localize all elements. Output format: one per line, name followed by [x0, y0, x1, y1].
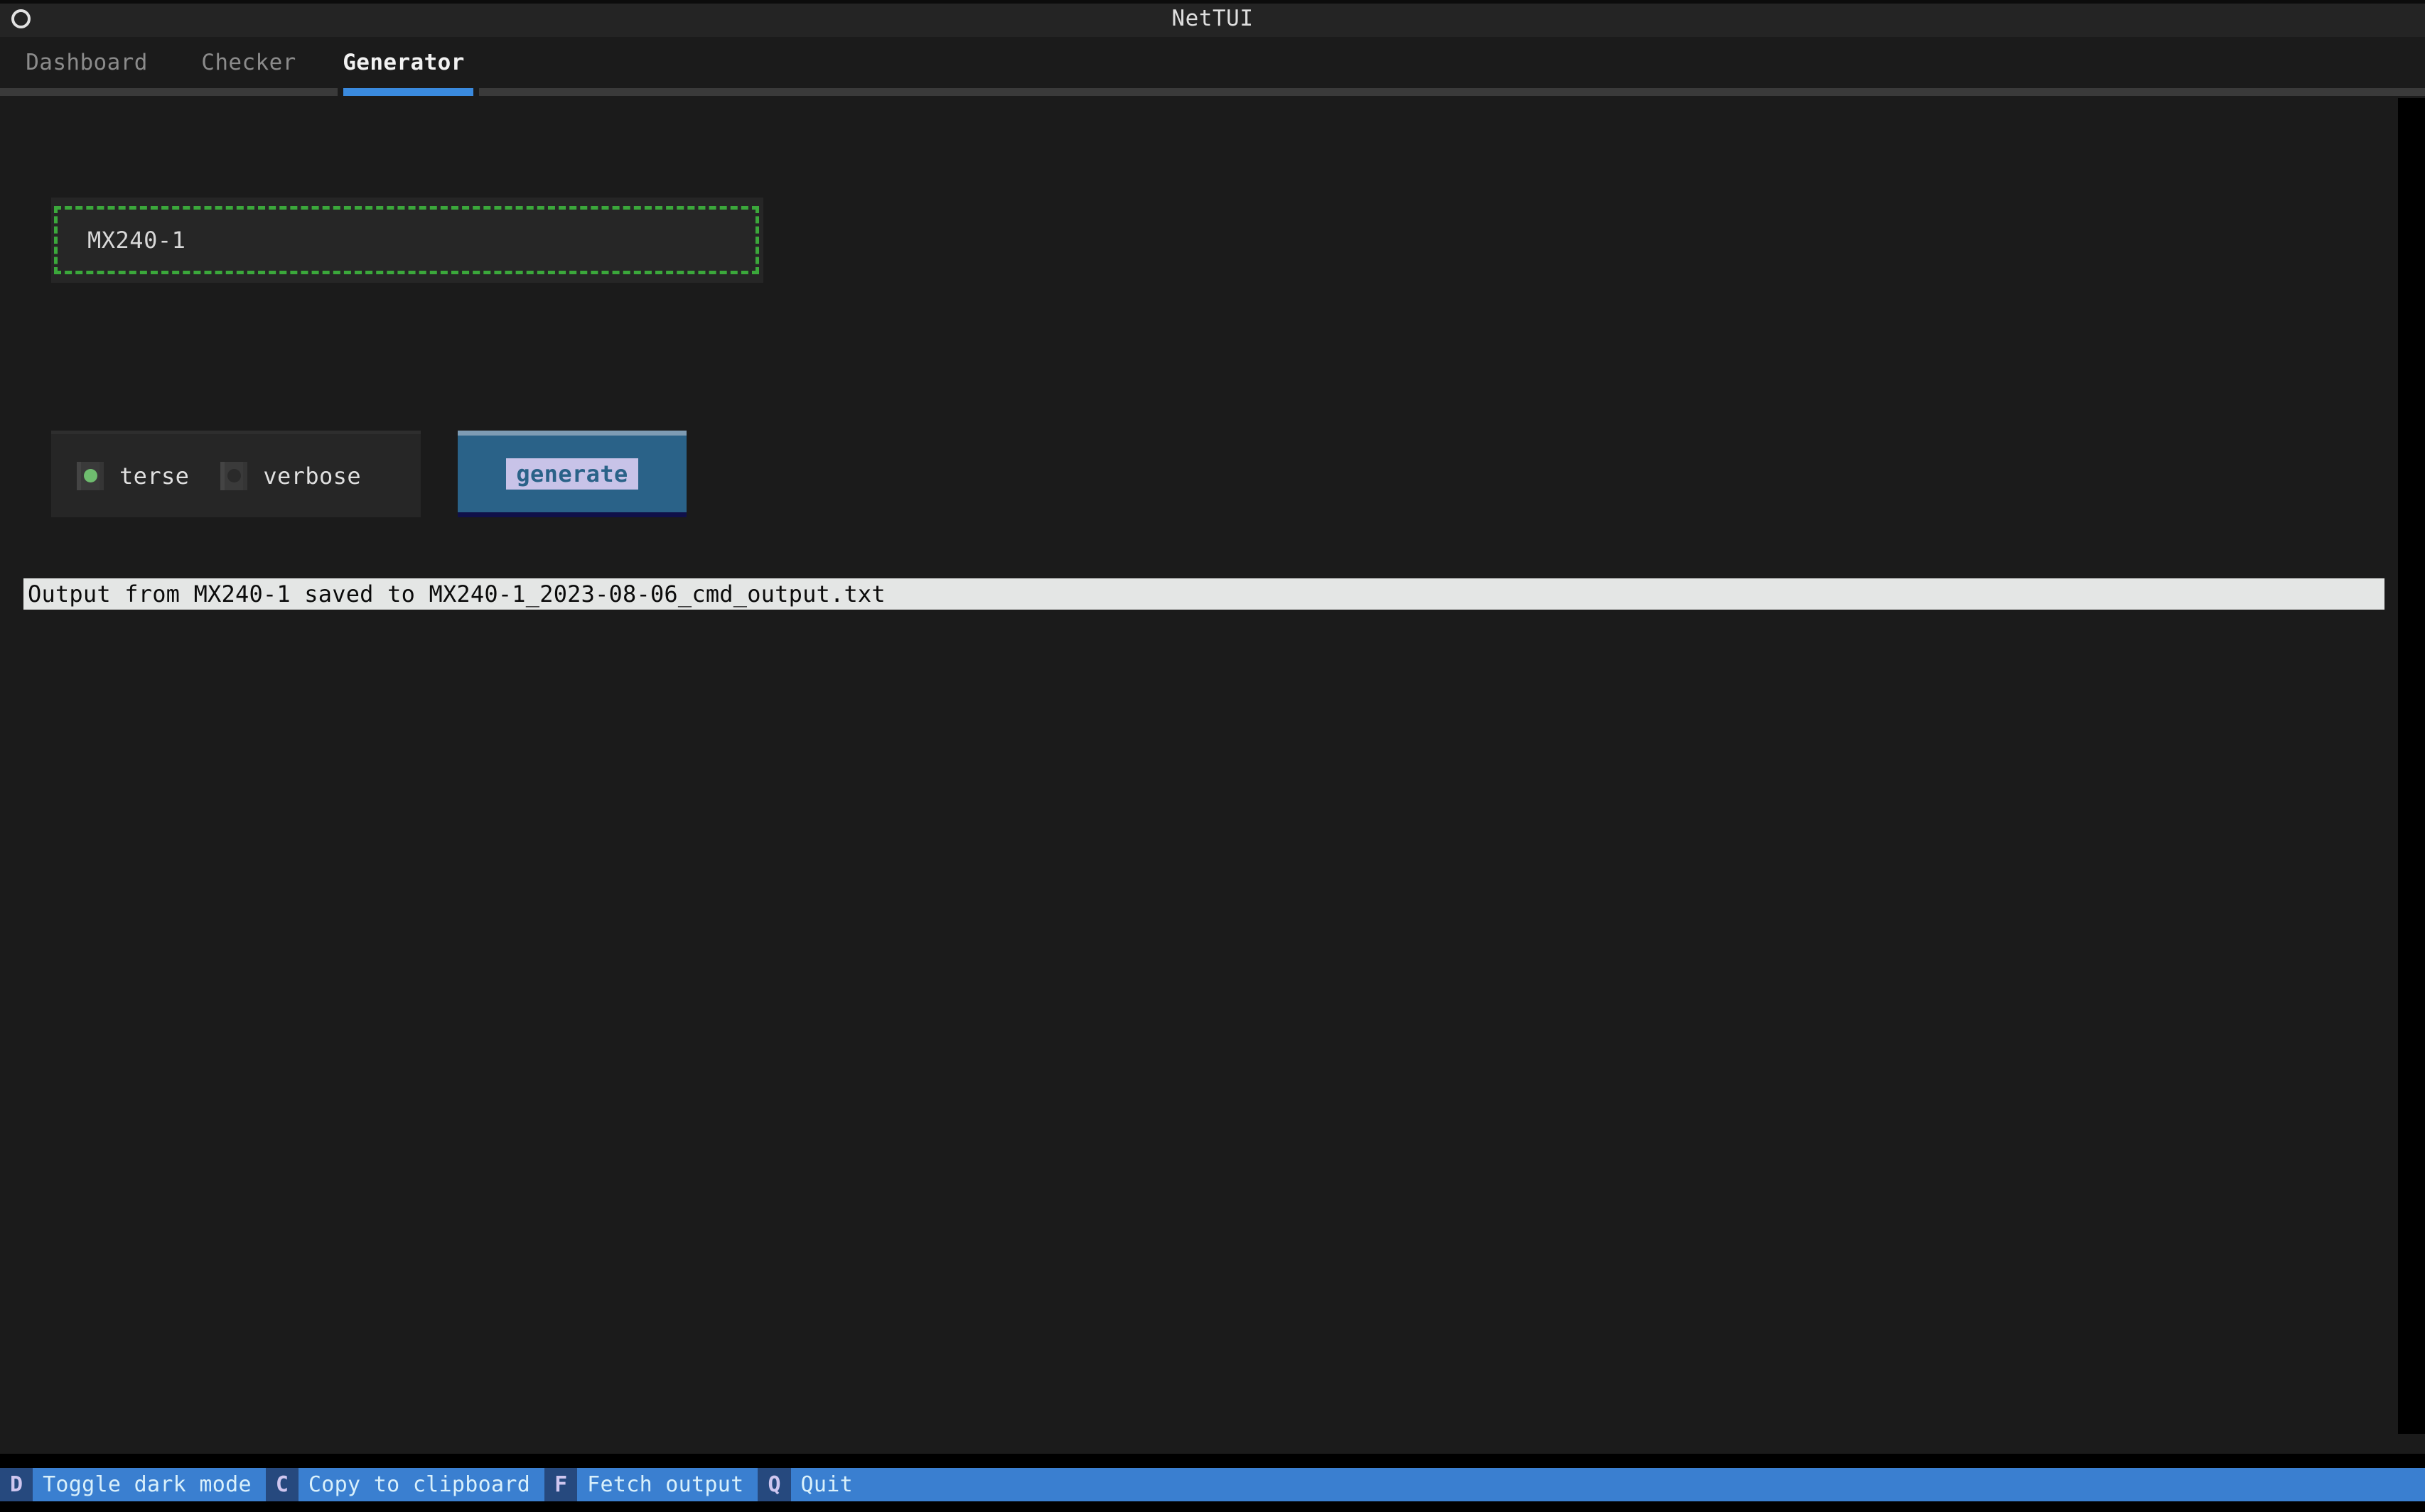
device-input-panel: MX240-1	[51, 198, 763, 283]
radio-dot-terse	[83, 469, 97, 482]
right-scroll-rail[interactable]	[2398, 98, 2425, 1434]
tab-bar: Dashboard Checker Generator	[0, 37, 2425, 98]
verbosity-radio-set: terse verbose	[51, 431, 421, 517]
tab-list: Dashboard Checker Generator	[0, 37, 475, 88]
radio-selected-icon	[77, 461, 104, 490]
tab-underline-generator	[343, 88, 473, 96]
tab-checker[interactable]: Checker	[185, 37, 313, 88]
radio-verbose[interactable]: verbose	[220, 461, 361, 490]
generator-panel: MX240-1 terse verbose generate Output fr…	[0, 98, 2425, 1434]
footer-bottom-edge	[0, 1501, 2425, 1512]
tab-checker-label: Checker	[201, 50, 296, 75]
tab-underline-inactive-right	[479, 88, 2425, 96]
radio-unselected-icon	[220, 461, 248, 490]
key-bindings-bar: D Toggle dark mode C Copy to clipboard F…	[0, 1468, 2425, 1501]
generator-controls-row: terse verbose generate	[51, 431, 687, 517]
keybinding-desc-fetch-output[interactable]: Fetch output	[577, 1468, 758, 1501]
device-name-input[interactable]: MX240-1	[54, 206, 759, 274]
radio-dot-verbose	[227, 469, 241, 482]
generate-button[interactable]: generate	[458, 431, 687, 517]
window-title: NetTUI	[1171, 6, 1254, 31]
app-window: NetTUI Dashboard Checker Generator MX240…	[0, 0, 2425, 1512]
tab-dashboard[interactable]: Dashboard	[9, 37, 165, 88]
tab-underline-gap-left	[338, 88, 343, 96]
generate-button-label: generate	[506, 458, 638, 490]
tab-generator[interactable]: Generator	[333, 37, 475, 88]
keybinding-desc-quit[interactable]: Quit	[790, 1468, 867, 1501]
radio-terse-label: terse	[119, 462, 190, 490]
keybinding-key-d[interactable]: D	[0, 1468, 33, 1501]
title-bar: NetTUI	[0, 0, 2425, 37]
keybinding-desc-toggle-dark-mode[interactable]: Toggle dark mode	[33, 1468, 266, 1501]
key-bindings-filler	[867, 1468, 2425, 1501]
radio-verbose-label: verbose	[263, 462, 361, 490]
footer: D Toggle dark mode C Copy to clipboard F…	[0, 1454, 2425, 1512]
tab-underline-gap-right	[473, 88, 479, 96]
output-status-text: Output from MX240-1 saved to MX240-1_202…	[28, 580, 886, 608]
keybinding-desc-copy-to-clipboard[interactable]: Copy to clipboard	[298, 1468, 545, 1501]
keybinding-key-q[interactable]: Q	[758, 1468, 791, 1501]
tab-underline-inactive-left	[0, 88, 338, 96]
keybinding-key-f[interactable]: F	[544, 1468, 578, 1501]
radio-terse[interactable]: terse	[77, 461, 190, 490]
device-name-input-value: MX240-1	[87, 227, 186, 254]
keybinding-key-c[interactable]: C	[265, 1468, 299, 1501]
output-status-bar: Output from MX240-1 saved to MX240-1_202…	[23, 578, 2384, 610]
tab-underline-row	[0, 88, 2425, 96]
tab-generator-label: Generator	[343, 50, 465, 75]
tab-dashboard-label: Dashboard	[26, 50, 148, 75]
